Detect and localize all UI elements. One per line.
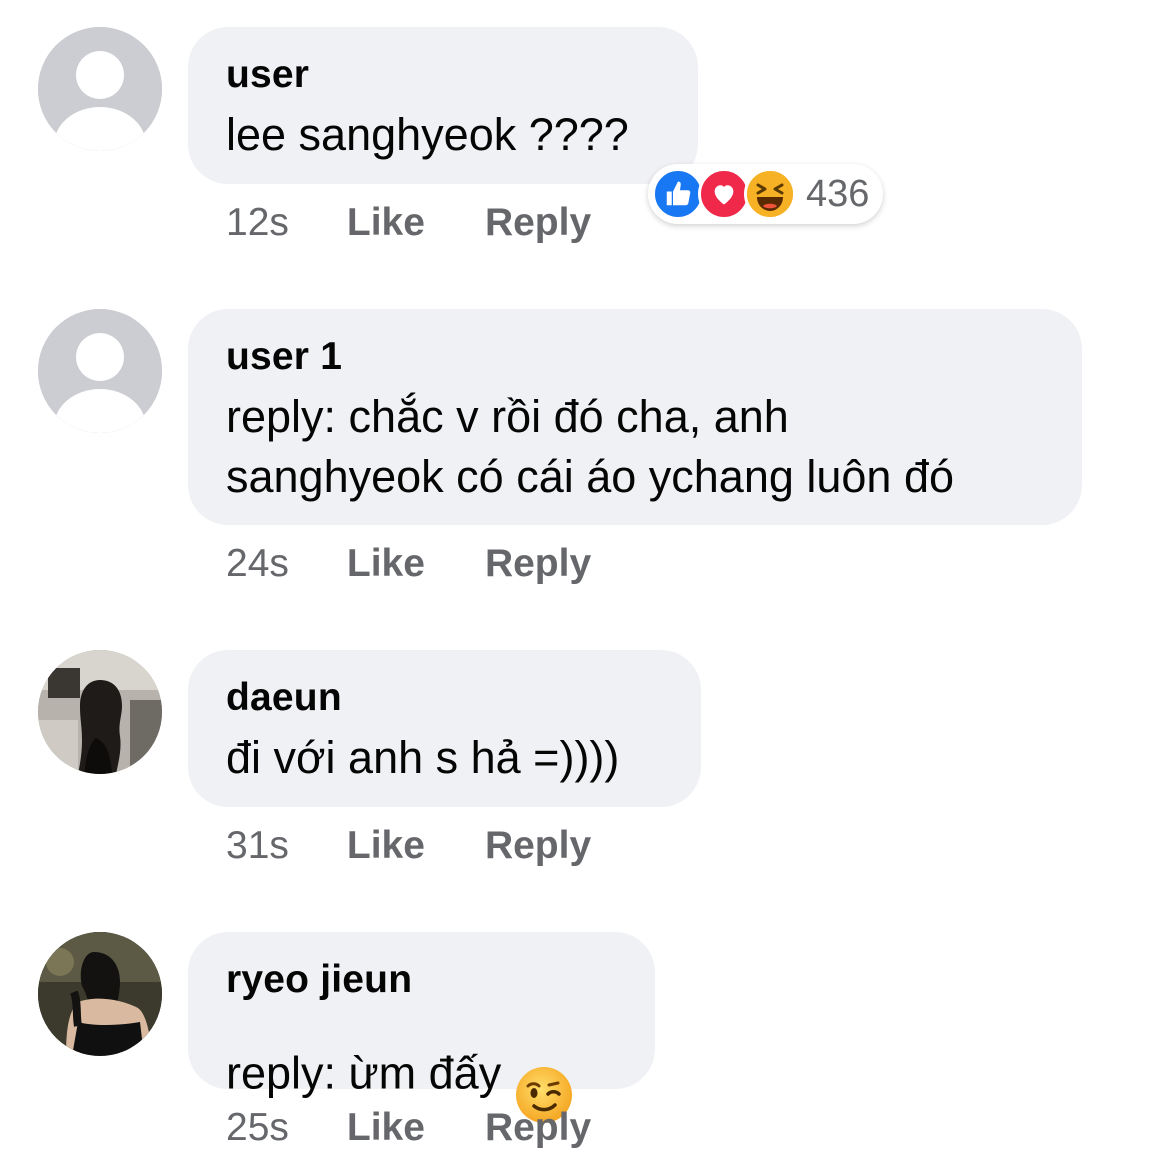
comment-time[interactable]: 25s [226, 1106, 289, 1150]
comment-text: reply: chắc v rồi đó cha, anh sanghyeok … [226, 391, 955, 502]
comment-actions: 31s Like Reply [226, 824, 591, 868]
comment-bubble[interactable]: daeun đi với anh s hả =)))) [188, 650, 701, 807]
comment-actions: 24s Like Reply [226, 542, 591, 586]
comment-author[interactable]: user 1 [226, 335, 1044, 379]
profile-photo [38, 650, 162, 774]
reaction-count: 436 [806, 172, 870, 215]
like-button[interactable]: Like [347, 1106, 425, 1150]
comment-time[interactable]: 31s [226, 824, 289, 868]
comment-text: lee sanghyeok ???? [226, 109, 629, 160]
default-avatar-icon [38, 27, 162, 151]
like-button[interactable]: Like [347, 824, 425, 868]
profile-photo [38, 932, 162, 1056]
comment-author[interactable]: ryeo jieun [226, 958, 617, 1002]
avatar[interactable] [38, 309, 162, 433]
comment-actions: 25s Like Reply [226, 1106, 591, 1150]
comment-bubble[interactable]: user 1 reply: chắc v rồi đó cha, anh san… [188, 309, 1082, 525]
comment-actions: 12s Like Reply [226, 201, 591, 245]
comment-author[interactable]: user [226, 53, 660, 97]
comment-text-content: reply: ừm đấy [226, 1047, 502, 1099]
comment-bubble[interactable]: ryeo jieun reply: ừm đấy [188, 932, 655, 1123]
like-icon [652, 168, 704, 220]
avatar[interactable] [38, 932, 162, 1056]
comment-time[interactable]: 12s [226, 201, 289, 245]
love-icon [698, 168, 750, 220]
reply-button[interactable]: Reply [485, 201, 591, 245]
reply-button[interactable]: Reply [485, 824, 591, 868]
comment-author[interactable]: daeun [226, 676, 663, 720]
comment-text: đi với anh s hả =)))) [226, 732, 620, 783]
reply-button[interactable]: Reply [485, 1106, 591, 1150]
like-button[interactable]: Like [347, 542, 425, 586]
haha-icon [744, 168, 796, 220]
avatar[interactable] [38, 27, 162, 151]
default-avatar-icon [38, 309, 162, 433]
comment-bubble[interactable]: user lee sanghyeok ???? [188, 27, 698, 184]
like-button[interactable]: Like [347, 201, 425, 245]
reactions-summary[interactable]: 436 [648, 164, 884, 224]
comment-time[interactable]: 24s [226, 542, 289, 586]
reply-button[interactable]: Reply [485, 542, 591, 586]
avatar[interactable] [38, 650, 162, 774]
